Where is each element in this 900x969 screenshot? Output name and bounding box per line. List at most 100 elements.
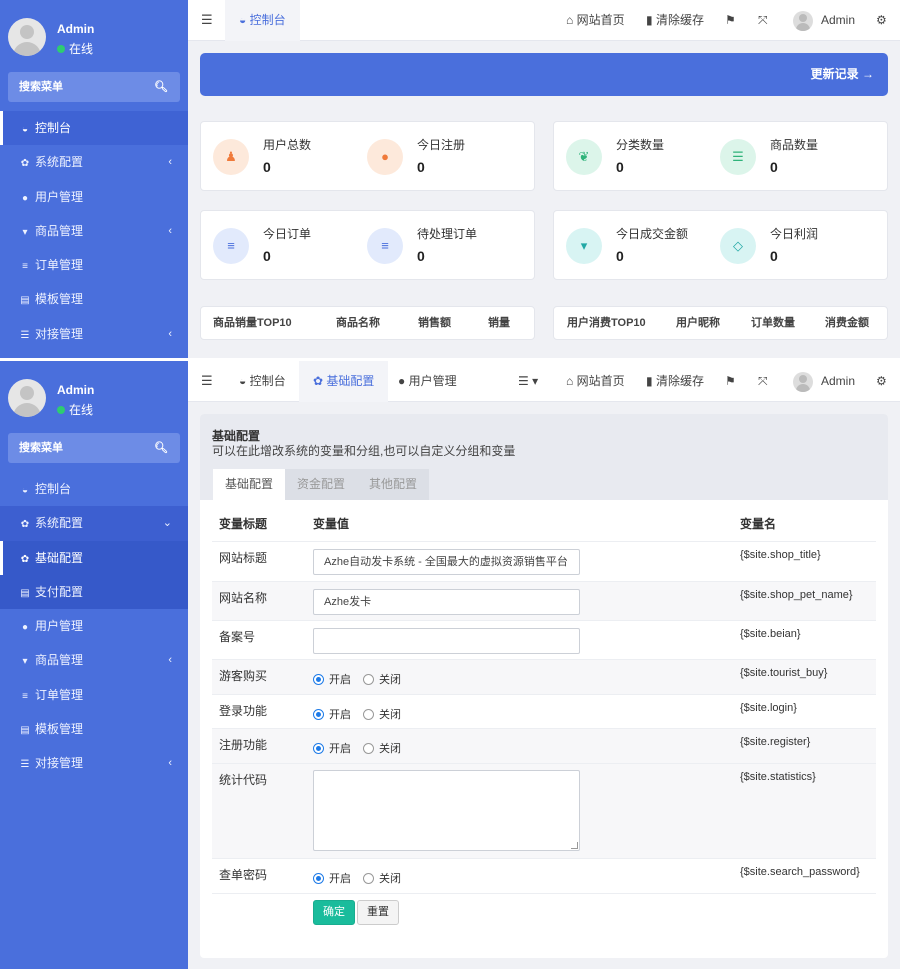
variable-name: {$site.shop_title} (740, 549, 821, 561)
search-icon[interactable]: 🔍︎ (154, 72, 168, 102)
menu-toggle-icon[interactable]: ☰ (201, 12, 213, 28)
cart-icon: ▾ (566, 228, 602, 264)
radio-off[interactable]: 关闭 (363, 743, 401, 755)
stat-label: 今日注册 (417, 138, 466, 152)
radio-off[interactable]: 关闭 (363, 674, 401, 686)
avatar[interactable] (793, 372, 813, 392)
tab-other[interactable]: 其他配置 (357, 469, 430, 500)
gear-icon: ✿ (20, 158, 30, 170)
radio-off[interactable]: 关闭 (363, 873, 401, 885)
user-status: 在线 (57, 40, 93, 57)
config-screen: Admin 在线 搜索菜单 🔍︎ ◒ 控制台 ✿ 系统配置 ⌄ ✿ 基础配置 ▤ 支付配置 … (0, 361, 900, 969)
language-icon[interactable]: ⚑ (725, 0, 736, 41)
sidebar-item-dashboard[interactable]: ◒ 控制台 (0, 111, 188, 146)
variable-name: {$site.search_password} (740, 866, 860, 878)
sidebar-item-goods[interactable]: ▾ 商品管理 ‹ (0, 643, 188, 677)
radio-on[interactable]: 开启 (313, 743, 351, 755)
register-radio-group: 开启 关闭 (313, 740, 413, 756)
avatar[interactable] (8, 18, 46, 56)
tab-users[interactable]: ● 用户管理 (384, 361, 471, 402)
user-name: Admin (57, 22, 95, 36)
row-label: 网站标题 (219, 551, 268, 565)
beian-input[interactable] (313, 628, 580, 654)
clear-cache-link[interactable]: ▮ 清除缓存 (646, 0, 704, 41)
clear-cache-link[interactable]: ▮ 清除缓存 (646, 361, 704, 402)
user-icon: ● (21, 622, 29, 634)
sidebar-subitem-basic-config[interactable]: ✿ 基础配置 (0, 540, 188, 576)
shop-name-input[interactable]: Azhe发卡 (313, 589, 580, 615)
sidebar-menu: ◒ 控制台 ✿ 系统配置 ‹ ● 用户管理 ▾ 商品管理 ‹ ≡ 订单管理 ▤ 模板管理 ☰ 对接… (0, 111, 188, 351)
stat-label: 今日成交金额 (616, 227, 689, 241)
sidebar-item-orders[interactable]: ≡ 订单管理 (0, 248, 188, 282)
radio-on[interactable]: 开启 (313, 873, 351, 885)
sidebar-item-goods[interactable]: ▾ 商品管理 ‹ (0, 214, 188, 248)
radio-on[interactable]: 开启 (313, 674, 351, 686)
keyboard-icon: ▤ (20, 295, 30, 307)
table-row: 网站标题 Azhe自动发卡系统 - 全国最大的虚拟资源销售平台 {$site.s… (212, 541, 876, 581)
home-link[interactable]: ⌂ 网站首页 (566, 361, 625, 402)
leaf-icon: ❦ (566, 139, 602, 175)
stat-card: ♟ 用户总数 0 ● 今日注册 0 (200, 121, 535, 191)
dashboard-icon: ◒ (239, 374, 250, 388)
home-link[interactable]: ⌂ 网站首页 (566, 0, 625, 41)
panel-header: 基础配置 可以在此增改系统的变量和分组,也可以自定义分组和变量 基础配置 资金配… (200, 414, 888, 500)
sidebar-item-templates[interactable]: ▤ 模板管理 (0, 712, 188, 746)
tab-basic[interactable]: 基础配置 (213, 469, 286, 500)
sidebar-item-users[interactable]: ● 用户管理 (0, 609, 188, 643)
fullscreen-icon[interactable]: ⤧ (758, 0, 768, 41)
stat-value: 0 (616, 248, 624, 264)
chevron-left-icon: ‹ (168, 327, 172, 340)
avatar[interactable] (8, 379, 46, 417)
reset-button[interactable]: 重置 (357, 900, 399, 925)
menu-search[interactable]: 搜索菜单 🔍︎ (8, 72, 180, 102)
sidebar-item-users[interactable]: ● 用户管理 (0, 180, 188, 214)
menu-search[interactable]: 搜索菜单 🔍︎ (8, 433, 180, 463)
sidebar-item-integration[interactable]: ☰ 对接管理 ‹ (0, 317, 188, 351)
config-panel: 基础配置 可以在此增改系统的变量和分组,也可以自定义分组和变量 基础配置 资金配… (200, 414, 888, 958)
stat-value: 0 (770, 248, 778, 264)
shop-title-input[interactable]: Azhe自动发卡系统 - 全国最大的虚拟资源销售平台 (313, 549, 580, 575)
sidebar: Admin 在线 搜索菜单 🔍︎ ◒ 控制台 ✿ 系统配置 ⌄ ✿ 基础配置 ▤ 支付配置 … (0, 361, 188, 969)
user-name: Admin (57, 383, 95, 397)
sidebar-item-system-config[interactable]: ✿ 系统配置 ‹ (0, 145, 188, 179)
tab-basic-config[interactable]: ✿ 基础配置 (299, 361, 389, 402)
stat-value: 0 (770, 159, 778, 175)
sidebar-item-orders[interactable]: ≡ 订单管理 (0, 678, 188, 712)
table-header: 销售额 (418, 317, 451, 329)
row-label: 查单密码 (219, 868, 268, 882)
tab-dashboard[interactable]: ◒ 控制台 (225, 0, 300, 41)
dashboard-icon: ◒ (21, 124, 29, 135)
update-log-banner[interactable]: 更新记录 → (200, 53, 888, 96)
tab-dashboard[interactable]: ◒ 控制台 (225, 361, 300, 402)
diamond-icon: ◇ (720, 228, 756, 264)
sidebar-item-dashboard[interactable]: ◒ 控制台 (0, 472, 188, 506)
user-icon: ● (21, 192, 29, 204)
sidebar-item-system-config[interactable]: ✿ 系统配置 ⌄ (0, 506, 188, 541)
admin-menu[interactable]: Admin (821, 0, 855, 41)
row-label: 网站名称 (219, 591, 268, 605)
user-status: 在线 (57, 401, 93, 418)
fullscreen-icon[interactable]: ⤧ (758, 361, 768, 402)
admin-menu[interactable]: Admin (821, 361, 855, 402)
sidebar-item-templates[interactable]: ▤ 模板管理 (0, 282, 188, 316)
dashboard-icon: ◒ (21, 485, 29, 496)
sidebar-item-integration[interactable]: ☰ 对接管理 ‹ (0, 746, 188, 780)
settings-icon[interactable]: ⚙ (876, 0, 887, 41)
sidebar-subitem-payment-config[interactable]: ▤ 支付配置 (0, 574, 188, 610)
sidebar: Admin 在线 搜索菜单 🔍︎ ◒ 控制台 ✿ 系统配置 ‹ ● 用户管理 ▾ 商品管理 ‹… (0, 0, 188, 358)
avatar[interactable] (793, 11, 813, 31)
radio-off[interactable]: 关闭 (363, 709, 401, 721)
submit-button[interactable]: 确定 (313, 900, 355, 925)
stat-value: 0 (417, 159, 425, 175)
stat-card: ≡ 今日订单 0 ≡ 待处理订单 0 (200, 210, 535, 280)
settings-icon[interactable]: ⚙ (876, 361, 887, 402)
list-icon: ≡ (22, 261, 28, 273)
statistics-textarea[interactable] (313, 770, 580, 851)
table-header-row: 变量标题 变量值 变量名 (212, 508, 876, 541)
tab-funds[interactable]: 资金配置 (285, 469, 358, 500)
tabs-dropdown-icon[interactable]: ☰ ▾ (518, 361, 538, 402)
radio-on[interactable]: 开启 (313, 709, 351, 721)
menu-toggle-icon[interactable]: ☰ (201, 373, 213, 389)
search-icon[interactable]: 🔍︎ (154, 433, 168, 463)
language-icon[interactable]: ⚑ (725, 361, 736, 402)
